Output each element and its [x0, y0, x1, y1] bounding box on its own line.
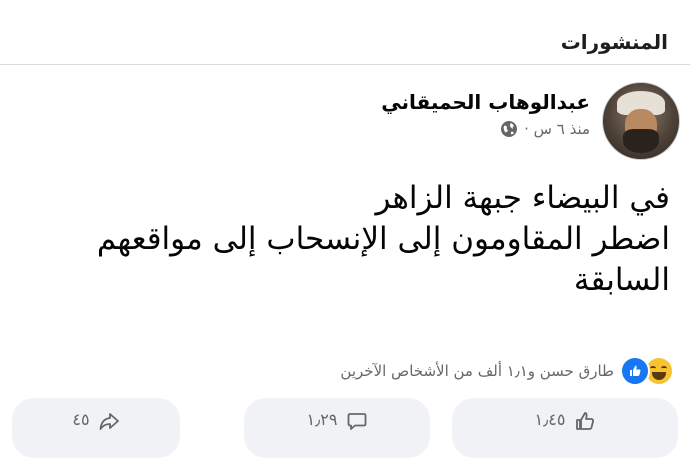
- share-button[interactable]: ٤٥: [12, 398, 180, 458]
- post-meta: منذ ٦ س ·: [500, 120, 590, 138]
- post-timestamp[interactable]: منذ ٦ س ·: [524, 120, 590, 138]
- reactions-summary[interactable]: طارق حسن و١٫١ ألف من الأشخاص الآخرين: [340, 356, 674, 386]
- post-body: في البيضاء جبهة الزاهر اضطر المقاومون إل…: [20, 178, 670, 301]
- post-line: اضطر المقاومون إلى الإنسحاب إلى مواقعهم: [96, 221, 670, 257]
- like-count: ١٫٤٥: [534, 410, 566, 429]
- avatar-beard: [623, 129, 659, 153]
- author-name-link[interactable]: عبدالوهاب الحميقاني: [381, 90, 590, 114]
- comment-button[interactable]: ١٫٢٩: [244, 398, 430, 458]
- comment-count: ١٫٢٩: [306, 410, 338, 429]
- share-icon: [98, 410, 120, 432]
- reactions-text: طارق حسن و١٫١ ألف من الأشخاص الآخرين: [340, 362, 614, 380]
- thumbs-up-icon: [574, 410, 596, 432]
- author-avatar[interactable]: [602, 82, 680, 160]
- like-button[interactable]: ١٫٤٥: [452, 398, 678, 458]
- post-line: في البيضاء جبهة الزاهر: [375, 180, 670, 216]
- comment-icon: [346, 410, 368, 432]
- section-title: المنشورات: [560, 30, 668, 54]
- post-line: السابقة: [573, 262, 670, 298]
- globe-icon: [500, 120, 518, 138]
- like-icon: [620, 356, 650, 386]
- share-count: ٤٥: [72, 410, 90, 429]
- reaction-icons: [620, 356, 674, 386]
